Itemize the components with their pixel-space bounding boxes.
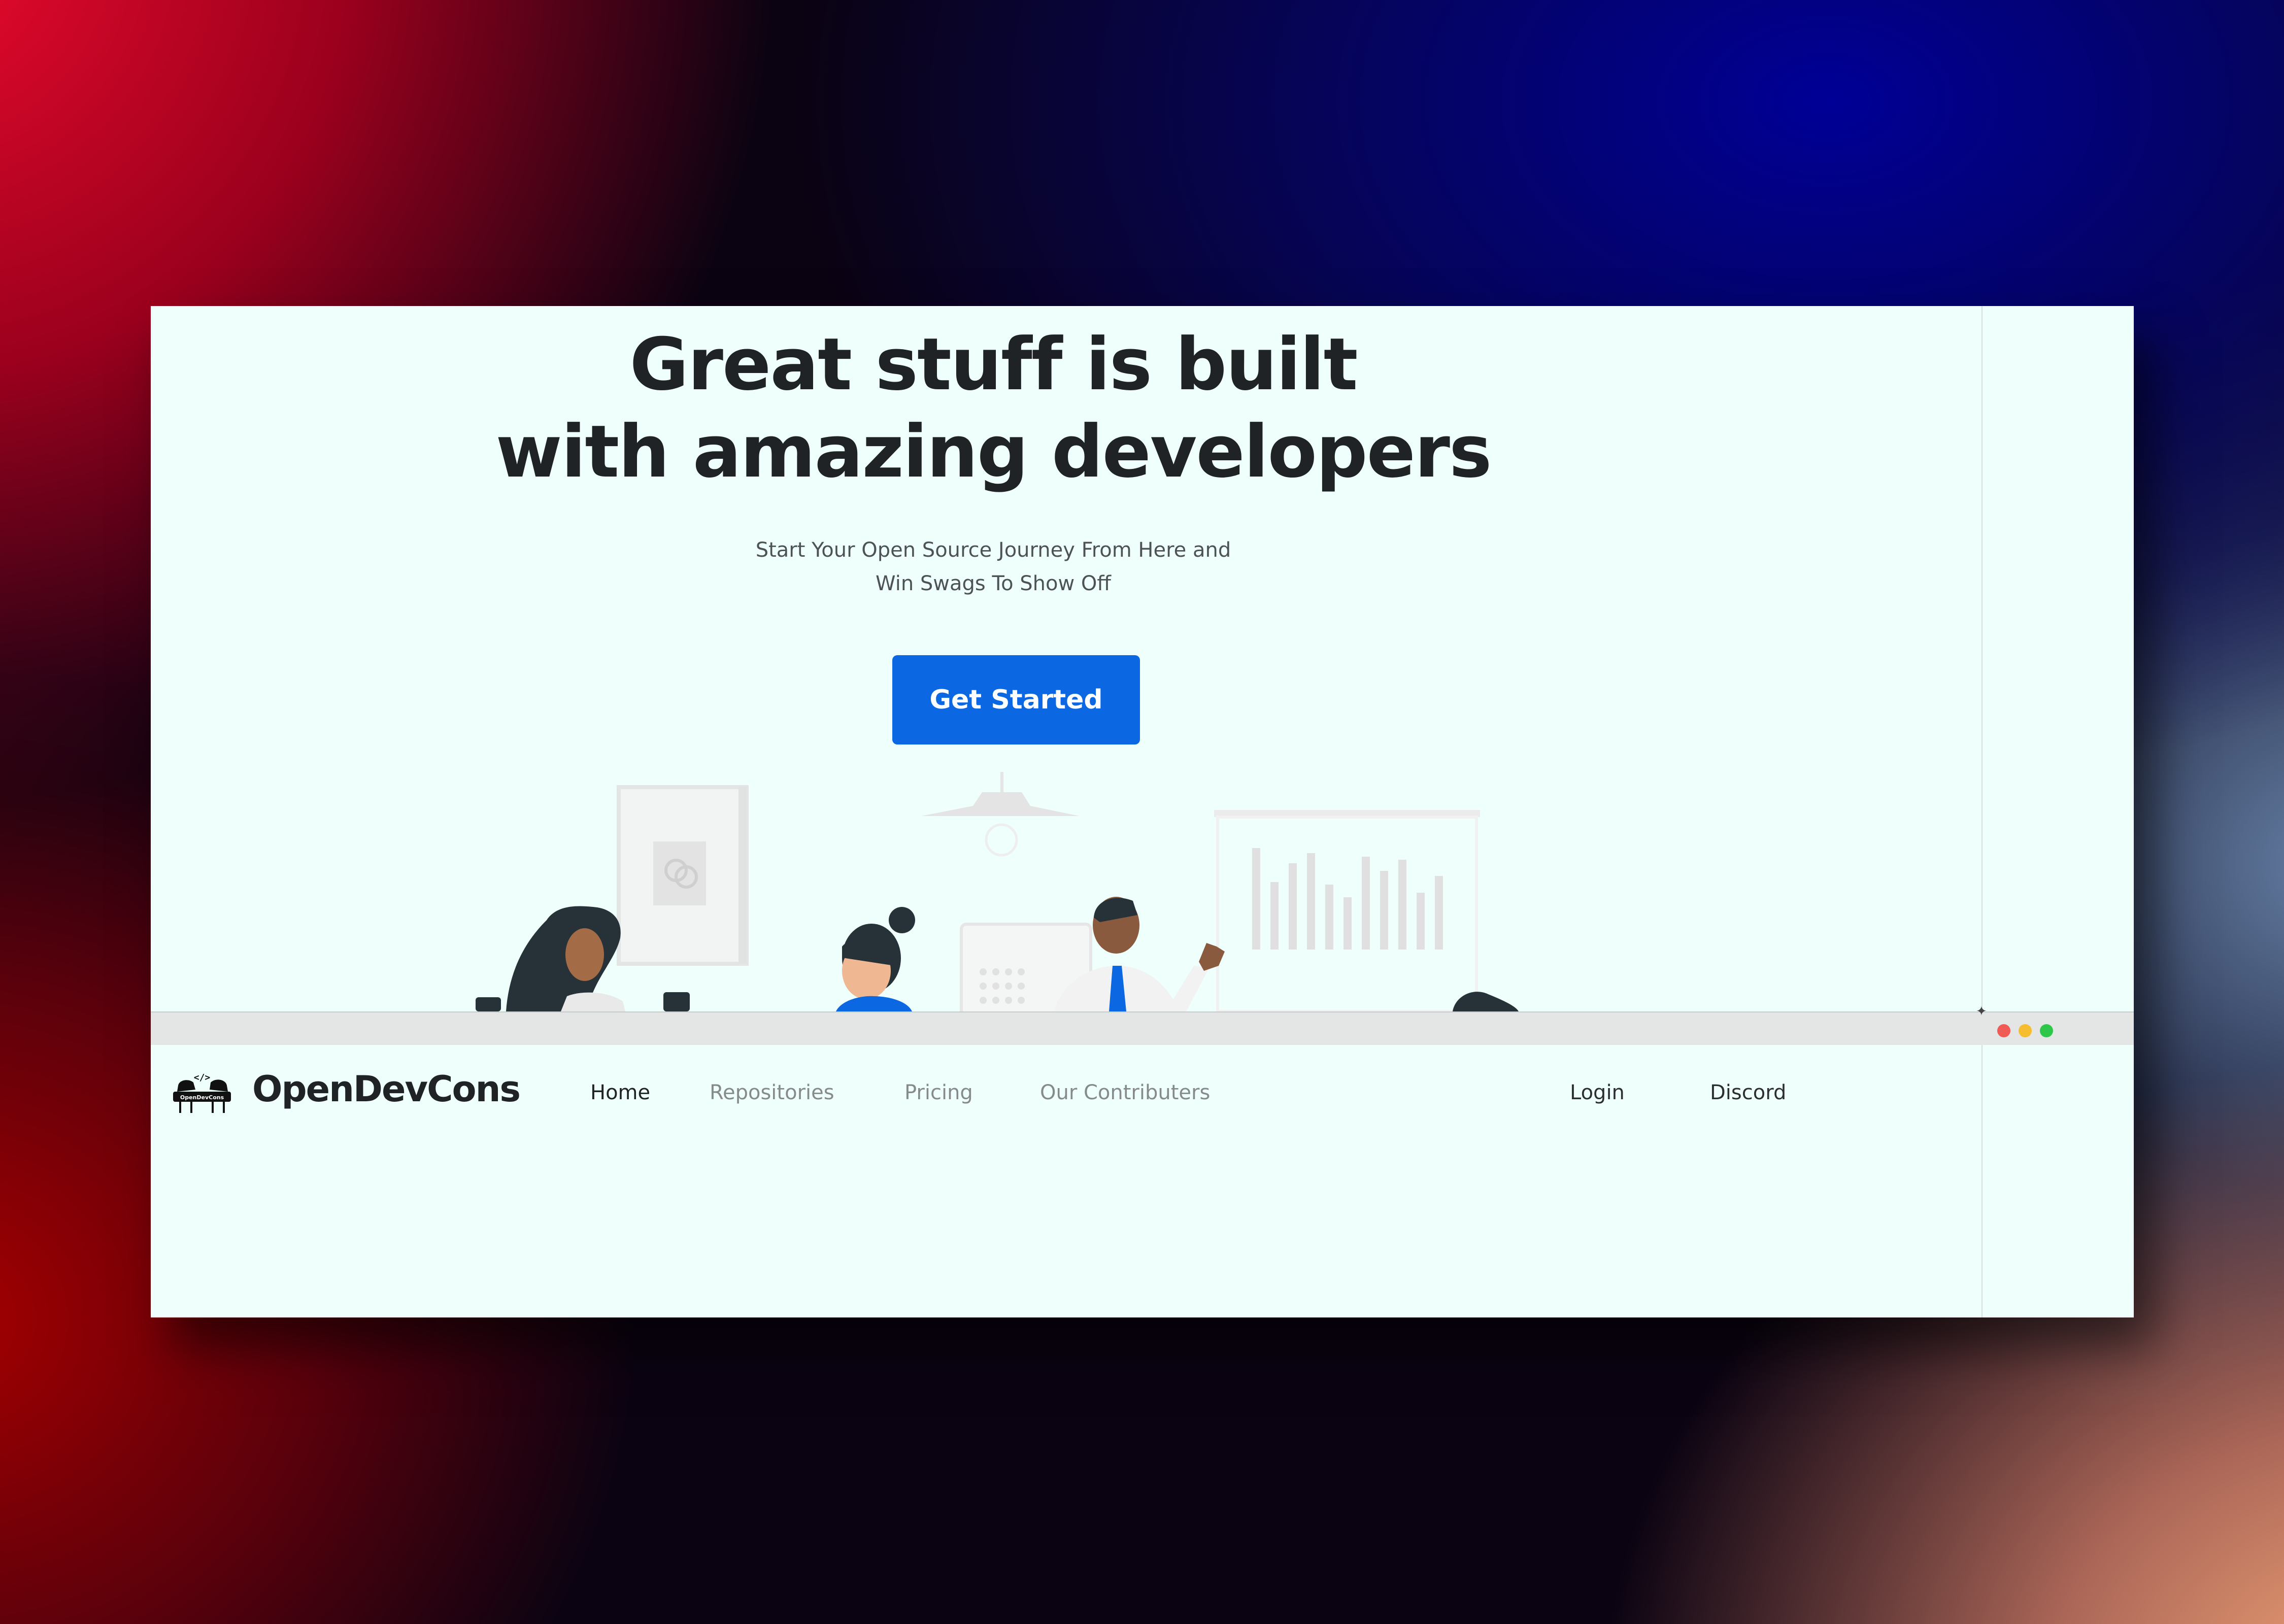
navbar: </> OpenDevCons OpenDevCons Home Reposit… [151, 1044, 1978, 1145]
nav-home[interactable]: Home [590, 1077, 650, 1108]
sparkle-icon: ✦ [1976, 1004, 1987, 1019]
close-dot-icon[interactable] [1997, 1024, 2010, 1037]
nav-our-contributers[interactable]: Our Contributers [1040, 1077, 1210, 1108]
nav-pricing[interactable]: Pricing [904, 1077, 973, 1108]
panel-divider [1981, 306, 1983, 1317]
browser-window: Great stuff is built with amazing develo… [151, 306, 2134, 1317]
login-link[interactable]: Login [1570, 1077, 1625, 1108]
developers-logo-icon[interactable]: </> OpenDevCons [169, 1069, 235, 1115]
brand-name[interactable]: OpenDevCons [252, 1066, 521, 1112]
partial-head-icon [1453, 992, 1519, 1011]
maximize-dot-icon[interactable] [2040, 1024, 2053, 1037]
office-illustration [476, 772, 1519, 1011]
bun-hair-person-icon [836, 907, 915, 1011]
lamp-icon [921, 772, 1080, 857]
discord-link[interactable]: Discord [1710, 1077, 1786, 1108]
window-chrome-bar [151, 1011, 2134, 1045]
picture-frame-icon [617, 785, 749, 966]
whiteboard-chart-icon [1214, 810, 1480, 1011]
svg-text:OpenDevCons: OpenDevCons [180, 1094, 224, 1101]
nav-repositories[interactable]: Repositories [710, 1077, 834, 1108]
svg-text:</>: </> [194, 1072, 211, 1083]
minimize-dot-icon[interactable] [2019, 1024, 2032, 1037]
